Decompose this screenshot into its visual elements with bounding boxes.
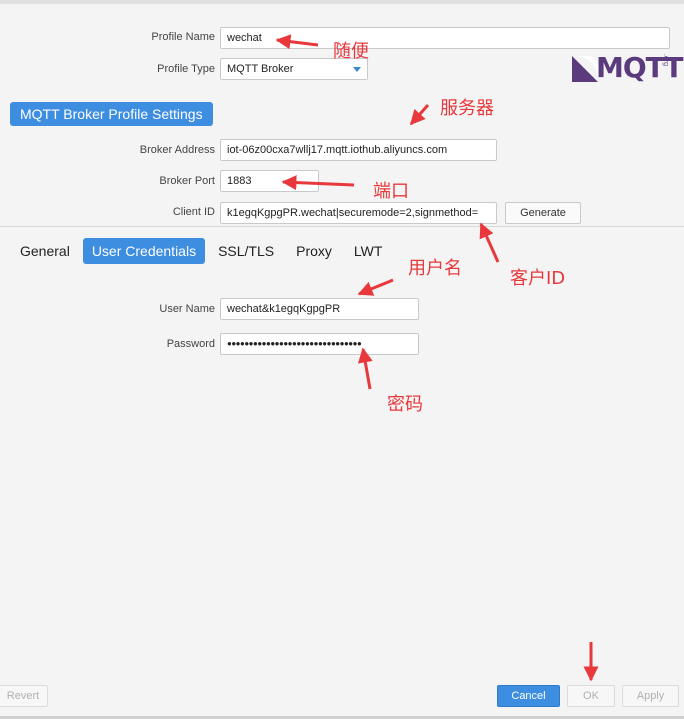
arrow-username-icon <box>357 278 394 296</box>
apply-button[interactable]: Apply <box>622 685 679 707</box>
revert-button[interactable]: Revert <box>0 685 48 707</box>
cancel-button[interactable]: Cancel <box>497 685 560 707</box>
arrow-client-icon <box>479 222 500 263</box>
arrow-name-icon <box>275 34 319 50</box>
annotation-arrows <box>275 34 599 682</box>
ok-button[interactable]: OK <box>567 685 615 707</box>
arrow-password-icon <box>357 347 373 390</box>
arrow-server-icon <box>409 103 430 126</box>
arrow-port-icon <box>281 175 355 191</box>
